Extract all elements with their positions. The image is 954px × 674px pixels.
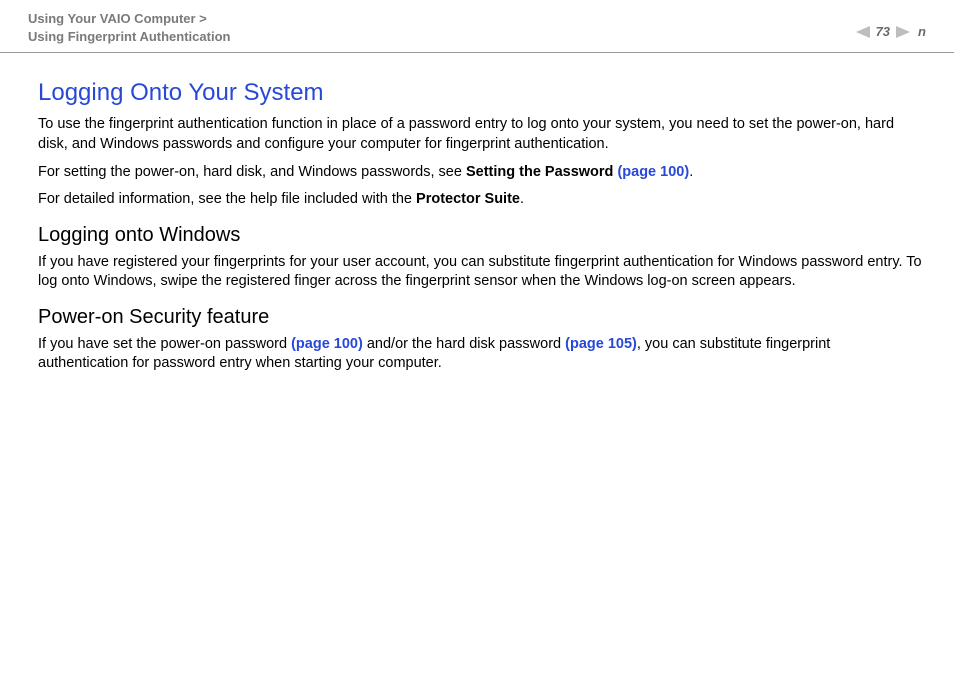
link-page-100[interactable]: (page 100) [617,164,689,180]
sub2-text-mid: and/or the hard disk password [363,336,565,352]
page-header: Using Your VAIO Computer > Using Fingerp… [0,0,954,53]
intro-paragraph-3: For detailed information, see the help f… [38,190,924,210]
page-letter: n [918,24,926,39]
para2-bold: Setting the Password [466,164,617,180]
link-page-105[interactable]: (page 105) [565,336,637,352]
page-navigation: 73 n [856,10,926,39]
para2-text-pre: For setting the power-on, hard disk, and… [38,164,466,180]
para2-text-post: . [689,164,693,180]
main-heading: Logging Onto Your System [38,79,924,107]
page-content: Logging Onto Your System To use the fing… [0,53,954,374]
link-page-100-b[interactable]: (page 100) [291,336,363,352]
page-number: 73 [876,24,890,39]
para3-text-post: . [520,191,524,207]
breadcrumb-line-2[interactable]: Using Fingerprint Authentication [28,28,230,46]
breadcrumb: Using Your VAIO Computer > Using Fingerp… [28,10,230,46]
breadcrumb-line-1[interactable]: Using Your VAIO Computer > [28,11,207,26]
intro-paragraph-1: To use the fingerprint authentication fu… [38,115,924,154]
subheading-poweron: Power-on Security feature [38,306,924,329]
sub2-text-pre: If you have set the power-on password [38,336,291,352]
poweron-paragraph: If you have set the power-on password (p… [38,335,924,374]
para3-text-pre: For detailed information, see the help f… [38,191,416,207]
next-page-arrow-icon[interactable] [896,26,910,38]
windows-paragraph: If you have registered your fingerprints… [38,253,924,292]
para3-bold: Protector Suite [416,191,520,207]
subheading-windows: Logging onto Windows [38,224,924,247]
intro-paragraph-2: For setting the power-on, hard disk, and… [38,163,924,183]
prev-page-arrow-icon[interactable] [856,26,870,38]
